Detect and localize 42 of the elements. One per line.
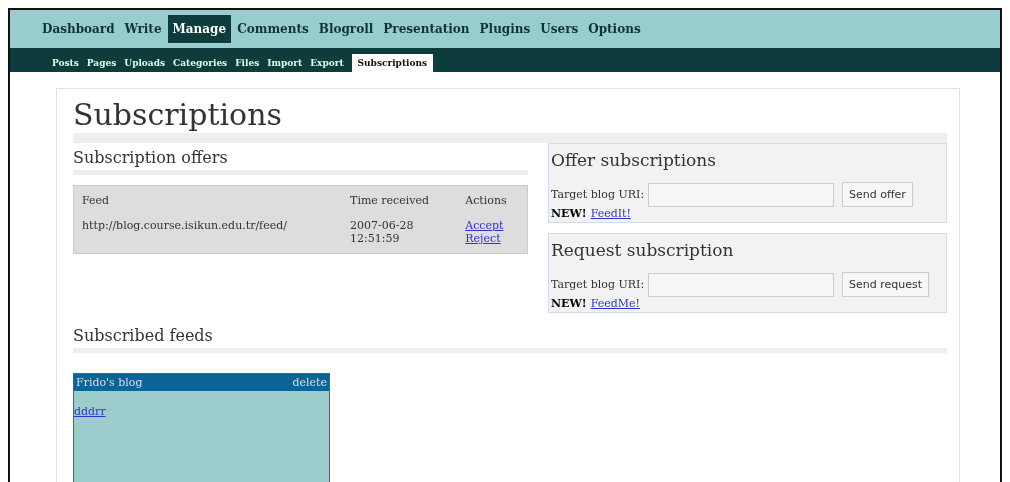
nav-tab[interactable]: Comments <box>233 18 313 40</box>
nav-tab[interactable]: Plugins <box>475 18 535 40</box>
feed-link[interactable]: FeedIt! <box>590 207 631 220</box>
nav-tab[interactable]: Options <box>584 18 645 40</box>
delete-link[interactable]: delete <box>292 376 327 389</box>
feed-link[interactable]: FeedMe! <box>590 297 640 310</box>
section-heading: Subscription offers <box>73 149 528 175</box>
field-label: Target blog URI: <box>551 278 645 291</box>
input-field[interactable] <box>648 182 835 207</box>
field-label: Target blog URI: <box>551 188 645 201</box>
subnav-tab[interactable]: Import <box>267 54 303 72</box>
action-link[interactable]: Reject <box>465 232 519 245</box>
nav-tab[interactable]: Write <box>120 18 166 40</box>
subnav-tab[interactable]: Uploads <box>124 54 166 72</box>
nav-tab[interactable]: Users <box>536 18 583 40</box>
nav-tab[interactable]: Blogroll <box>314 18 378 40</box>
subnav-tab[interactable]: Posts <box>52 54 79 72</box>
table-cell-text: 12:51:59 <box>350 232 401 245</box>
subnav-tab[interactable]: Export <box>310 54 344 72</box>
action-link[interactable]: Accept <box>465 219 519 232</box>
subnav-tab[interactable]: Categories <box>173 54 228 72</box>
new-label: NEW! <box>551 207 587 220</box>
panel-heading: Request subscription <box>551 240 735 260</box>
nav-tab[interactable]: Dashboard <box>38 18 119 40</box>
nav-tab[interactable]: Presentation <box>379 18 474 40</box>
subnav-tab[interactable]: Subscriptions <box>351 54 434 72</box>
section-heading: Subscribed feeds <box>73 327 947 353</box>
panel-heading: Offer subscriptions <box>551 150 718 170</box>
column-header: Feed <box>73 185 343 217</box>
input-field[interactable] <box>648 272 835 297</box>
feed-item-link[interactable]: dddrr <box>74 405 329 418</box>
new-label: NEW! <box>551 297 587 310</box>
send-button[interactable]: Send offer <box>842 182 913 207</box>
column-header: Actions <box>457 185 528 217</box>
table-cell-text: 2007-06-28 <box>350 219 415 232</box>
nav-tab[interactable]: Manage <box>167 15 232 43</box>
subnav-tab[interactable]: Files <box>235 54 260 72</box>
send-button[interactable]: Send request <box>842 272 930 297</box>
feed-title: Frido's blog <box>76 376 143 389</box>
subnav-tab[interactable]: Pages <box>86 54 117 72</box>
table-cell: http://blog.course.isikun.edu.tr/feed/ <box>73 217 343 254</box>
column-header: Time received <box>342 185 458 217</box>
